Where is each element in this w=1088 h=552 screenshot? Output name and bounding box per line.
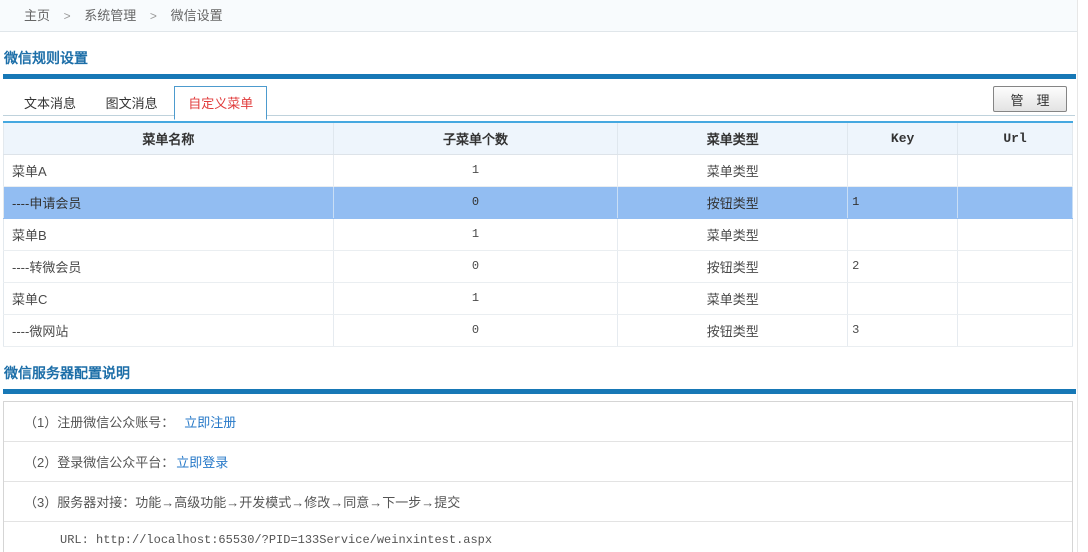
- breadcrumb: 主页 > 系统管理 > 微信设置: [0, 0, 1077, 32]
- main-content: 微信规则设置 文本消息 图文消息 自定义菜单 管 理 菜单名称 子菜单个数 菜单…: [0, 48, 1077, 552]
- section-title-wechat-rules: 微信规则设置: [4, 48, 1075, 68]
- page: 主页 > 系统管理 > 微信设置 微信规则设置 文本消息 图文消息 自定义菜单 …: [0, 0, 1078, 552]
- column-header-submenu-count: 子菜单个数: [333, 122, 618, 154]
- config-connection-details: URL: http://localhost:65530/?PID=133Serv…: [4, 522, 1072, 552]
- tab-text-message[interactable]: 文本消息: [11, 87, 89, 119]
- tab-custom-menu[interactable]: 自定义菜单: [174, 86, 267, 120]
- config-step-connect-text: （3）服务器对接：功能→高级功能→开发模式→修改→同意→下一步→提交: [24, 495, 460, 510]
- table-row[interactable]: 菜单A 1 菜单类型: [4, 154, 1073, 186]
- section-title-underline: [3, 389, 1076, 394]
- config-step-connect: （3）服务器对接：功能→高级功能→开发模式→修改→同意→下一步→提交: [4, 482, 1072, 522]
- table-row[interactable]: 菜单C 1 菜单类型: [4, 282, 1073, 314]
- breadcrumb-separator-icon: >: [64, 9, 71, 23]
- column-header-menu-type: 菜单类型: [618, 122, 848, 154]
- manage-button[interactable]: 管 理: [993, 86, 1067, 112]
- server-url-line: URL: http://localhost:65530/?PID=133Serv…: [60, 529, 1072, 551]
- breadcrumb-separator-icon: >: [150, 9, 157, 23]
- column-header-key: Key: [848, 122, 958, 154]
- table-row[interactable]: ----微网站 0 按钮类型 3: [4, 314, 1073, 346]
- column-header-url: Url: [958, 122, 1073, 154]
- column-header-menu-name: 菜单名称: [4, 122, 334, 154]
- register-now-link[interactable]: 立即注册: [184, 415, 236, 430]
- custom-menu-table: 菜单名称 子菜单个数 菜单类型 Key Url 菜单A 1 菜单类型: [3, 121, 1073, 347]
- config-step-register: （1）注册微信公众账号： 立即注册: [4, 402, 1072, 442]
- table-row[interactable]: 菜单B 1 菜单类型: [4, 218, 1073, 250]
- breadcrumb-item-home[interactable]: 主页: [24, 8, 50, 23]
- section-title-server-config: 微信服务器配置说明: [4, 363, 1075, 383]
- breadcrumb-item-system-management[interactable]: 系统管理: [84, 8, 136, 23]
- table-header-row: 菜单名称 子菜单个数 菜单类型 Key Url: [4, 122, 1073, 154]
- section-title-underline: [3, 74, 1076, 79]
- config-step-register-text: （1）注册微信公众账号：: [24, 415, 174, 430]
- breadcrumb-item-wechat-settings: 微信设置: [171, 8, 223, 23]
- tab-bar: 文本消息 图文消息 自定义菜单 管 理: [3, 85, 1075, 116]
- server-config-box: （1）注册微信公众账号： 立即注册 （2）登录微信公众平台：立即登录 （3）服务器…: [3, 401, 1073, 552]
- table-row[interactable]: ----申请会员 0 按钮类型 1: [4, 186, 1073, 218]
- config-step-login-text: （2）登录微信公众平台：: [24, 455, 174, 470]
- login-now-link[interactable]: 立即登录: [176, 455, 228, 470]
- tab-image-text-message[interactable]: 图文消息: [93, 87, 171, 119]
- config-step-login: （2）登录微信公众平台：立即登录: [4, 442, 1072, 482]
- table-row[interactable]: ----转微会员 0 按钮类型 2: [4, 250, 1073, 282]
